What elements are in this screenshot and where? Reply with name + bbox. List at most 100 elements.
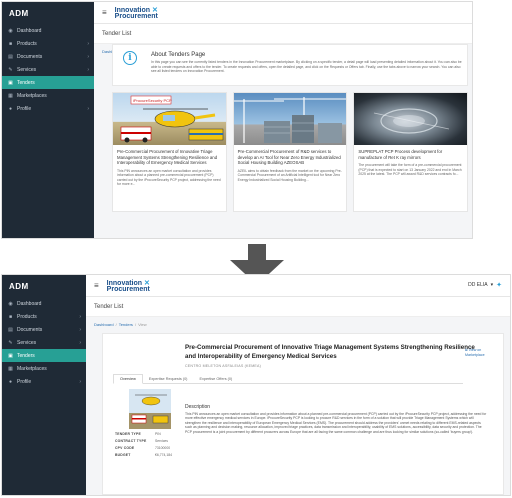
brand-logo[interactable]: ADM — [2, 2, 94, 24]
sidebar-item-documents[interactable]: ▤ Documents › — [2, 323, 86, 336]
chevron-right-icon: › — [87, 53, 89, 60]
tab-expertise-requests[interactable]: Expertise Requests (0) — [143, 375, 194, 383]
sidebar-item-documents[interactable]: ▤ Documents › — [2, 50, 94, 63]
document-icon: ▤ — [8, 326, 13, 333]
about-body: In this page you can see the currently l… — [151, 60, 462, 74]
tender-card-tag: iProcureSecurity PCP — [133, 98, 172, 103]
topbar: ≡ Innovation ✕ Procurement — [94, 2, 472, 24]
construction-cranes-image — [233, 97, 347, 143]
tender-detail-buyer: CENTRO MELETON ASFALEIAS (KEMEA) — [185, 364, 262, 368]
tender-card-description: AZEIL aims to obtain feedback from the m… — [237, 168, 342, 182]
sidebar-item-dashboard[interactable]: ◉ Dashboard — [2, 297, 86, 310]
logo-line2: Procurement — [106, 286, 150, 293]
description-heading: Description — [185, 404, 211, 410]
innovation-procurement-logo[interactable]: Innovation ✕ Procurement — [107, 278, 150, 293]
view-on-marketplace-link[interactable]: ⧉ View on Marketplace — [465, 348, 493, 357]
sidebar-item-products[interactable]: ■ Products › — [2, 310, 86, 323]
user-name: DD ELIA — [468, 282, 488, 288]
description-text: This PIN announces an open market consul… — [185, 412, 487, 434]
hamburger-menu-icon[interactable]: ≡ — [102, 8, 107, 17]
wrench-icon: ✎ — [8, 339, 13, 346]
sidebar: ADM ◉ Dashboard ■ Products › ▤ Documents › ✎ S… — [2, 275, 86, 495]
tender-card-image — [354, 93, 468, 145]
cube-icon: ■ — [8, 313, 13, 320]
sidebar-item-tenders[interactable]: ▣ Tenders — [2, 349, 86, 362]
property-key: CONTRACT TYPE — [115, 438, 147, 443]
sidebar-item-tenders[interactable]: ▣ Tenders — [2, 76, 94, 89]
cube-icon: ■ — [8, 40, 13, 47]
property-key: BUDGET — [115, 452, 131, 457]
chevron-right-icon: › — [87, 105, 89, 112]
property-row: BUDGET €6,774,184 — [115, 451, 172, 458]
logo-line2: Procurement — [114, 13, 158, 20]
tender-card[interactable]: iProcureSecurity PCP Pre-Commercial Proc… — [112, 92, 227, 212]
tender-card-image: iProcureSecurity PCP — [113, 93, 226, 145]
sidebar-item-profile[interactable]: ● Profile › — [2, 375, 86, 388]
breadcrumb-dashboard[interactable]: Dashboard — [94, 322, 114, 327]
chevron-right-icon: › — [87, 66, 89, 73]
tender-card-title[interactable]: Pre-Commercial Procurement of Innovative… — [113, 145, 226, 166]
sidebar-item-dashboard[interactable]: ◉ Dashboard — [2, 24, 94, 37]
tender-cards: iProcureSecurity PCP Pre-Commercial Proc… — [112, 92, 469, 212]
user-menu[interactable]: DD ELIA ▾ ✦ — [468, 281, 502, 289]
breadcrumb-separator: / — [134, 321, 137, 327]
breadcrumb-tenders[interactable]: Tenders — [119, 322, 133, 327]
property-value: €6,774,184 — [155, 452, 172, 457]
user-icon: ● — [8, 105, 13, 112]
language-globe-icon[interactable]: ✦ — [496, 281, 502, 289]
tender-list-screenshot: ADM ◉ Dashboard ■ Products › ▤ Documents › ✎ S… — [1, 1, 473, 239]
breadcrumb-separator: / — [115, 321, 117, 327]
sidebar-item-services[interactable]: ✎ Services › — [2, 63, 94, 76]
ambulance-helicopter-image: iProcureSecurity PCP — [120, 95, 224, 143]
sidebar-item-label: Products — [17, 40, 37, 47]
chevron-right-icon: › — [79, 378, 81, 385]
sidebar-item-label: Profile — [17, 105, 32, 112]
view-on-marketplace-label: View on Marketplace — [465, 348, 485, 357]
tender-card-description: This PIN announces an open market consul… — [117, 168, 221, 186]
breadcrumb-view: View — [138, 321, 147, 327]
info-icon: i — [123, 51, 137, 65]
tender-card[interactable]: Pre-Commercial Procurement of R&D servic… — [232, 92, 348, 212]
chevron-right-icon: › — [87, 40, 89, 47]
sidebar-item-products[interactable]: ■ Products › — [2, 37, 94, 50]
dashboard-icon: ◉ — [8, 300, 13, 307]
tender-card[interactable]: SUPREPLAT PCP Process development for ma… — [353, 92, 469, 212]
tender-card-image — [233, 93, 347, 145]
tender-card-title[interactable]: SUPREPLAT PCP Process development for ma… — [354, 145, 467, 160]
innovation-procurement-logo[interactable]: Innovation ✕ Procurement — [115, 5, 158, 20]
tab-overview[interactable]: Overview — [113, 374, 143, 384]
tender-detail-title: Pre-Commercial Procurement of Innovative… — [185, 344, 475, 360]
sidebar-item-marketplaces[interactable]: ▦ Marketplaces — [2, 89, 94, 102]
tab-expertise-offers[interactable]: Expertise Offers (0) — [193, 375, 238, 383]
sidebar-item-label: Services — [17, 339, 37, 346]
hamburger-menu-icon[interactable]: ≡ — [94, 281, 99, 290]
store-icon: ▦ — [8, 365, 13, 372]
tender-properties: TENDER TYPE PIN CONTRACT TYPE Services CPV… — [115, 430, 172, 458]
sidebar-item-label: Profile — [17, 378, 32, 385]
sidebar-item-profile[interactable]: ● Profile › — [2, 102, 94, 115]
property-value: PIN — [155, 431, 161, 436]
sidebar-item-label: Dashboard — [17, 27, 42, 34]
chevron-right-icon: › — [79, 326, 81, 333]
chevron-right-icon: › — [79, 339, 81, 346]
about-title: About Tenders Page — [151, 52, 206, 58]
tender-card-description: The procurement will take the form of a … — [358, 163, 462, 176]
sidebar-item-label: Products — [17, 313, 37, 320]
wrench-icon: ✎ — [8, 66, 13, 73]
brand-logo[interactable]: ADM — [2, 275, 86, 297]
sidebar: ADM ◉ Dashboard ■ Products › ▤ Documents › ✎ S… — [2, 2, 94, 238]
chevron-right-icon: › — [79, 313, 81, 320]
property-value: 73100000 — [155, 445, 171, 450]
sidebar-item-label: Marketplaces — [17, 92, 47, 99]
sidebar-item-label: Tenders — [17, 79, 35, 86]
sidebar-item-services[interactable]: ✎ Services › — [2, 336, 86, 349]
about-tenders-panel: i About Tenders Page In this page you ca… — [112, 44, 468, 86]
store-icon: ▦ — [8, 92, 13, 99]
property-row: TENDER TYPE PIN — [115, 430, 172, 437]
sidebar-item-label: Tenders — [17, 352, 35, 359]
sidebar-item-label: Documents — [17, 53, 43, 60]
sidebar-item-marketplaces[interactable]: ▦ Marketplaces — [2, 362, 86, 375]
tender-card-title[interactable]: Pre-Commercial Procurement of R&D servic… — [234, 145, 347, 166]
sidebar-item-label: Services — [17, 66, 37, 73]
ambulance-helicopter-image — [129, 389, 171, 429]
